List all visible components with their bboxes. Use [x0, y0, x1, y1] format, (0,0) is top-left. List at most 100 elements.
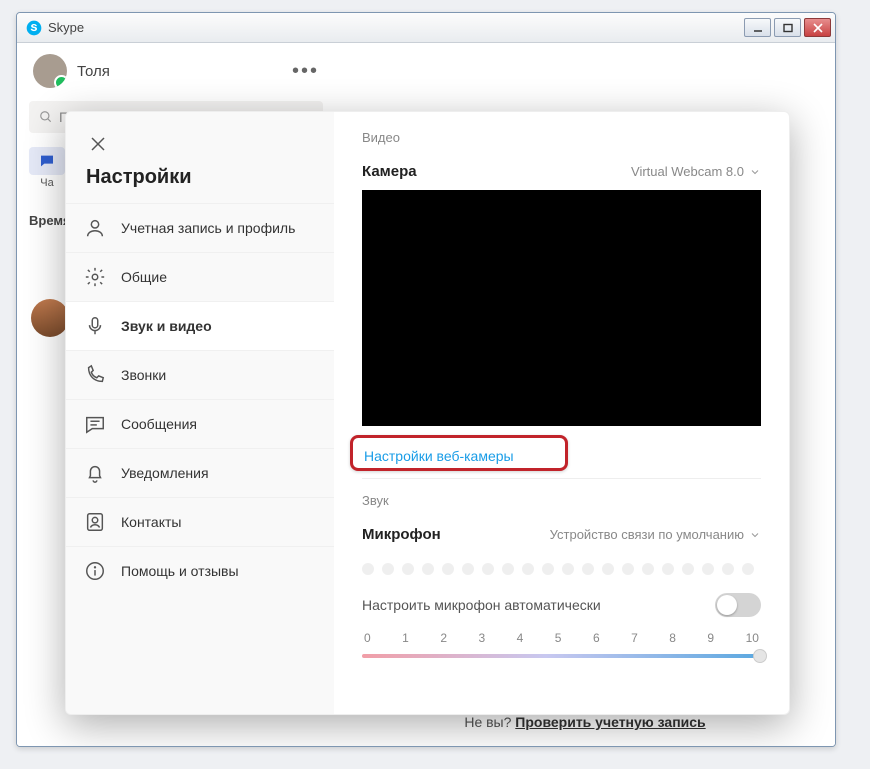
tick: 3 [478, 631, 485, 645]
tick: 1 [402, 631, 409, 645]
auto-mic-toggle[interactable] [715, 593, 761, 617]
info-icon [84, 560, 106, 582]
mic-dot [382, 563, 394, 575]
mic-dot [742, 563, 754, 575]
nav-item-contacts[interactable]: Контакты [66, 497, 334, 546]
mic-dot [522, 563, 534, 575]
nav-item-notifications[interactable]: Уведомления [66, 448, 334, 497]
mic-dot [422, 563, 434, 575]
close-settings-button[interactable] [80, 126, 116, 162]
person-icon [84, 217, 106, 239]
skype-icon [26, 20, 42, 36]
tick: 5 [555, 631, 562, 645]
gear-icon [84, 266, 106, 288]
toggle-knob [717, 595, 737, 615]
mic-dot [462, 563, 474, 575]
tick: 10 [746, 631, 759, 645]
mic-level-indicator [362, 563, 761, 575]
slider-track-wrap[interactable] [362, 649, 761, 663]
camera-value: Virtual Webcam 8.0 [631, 164, 744, 179]
more-icon[interactable]: ••• [292, 60, 319, 83]
bg-tab-label: Ча [29, 177, 65, 189]
contact-initials: GE [31, 411, 69, 449]
bell-icon [84, 462, 106, 484]
close-window-button[interactable] [804, 18, 831, 37]
mic-row: Микрофон Устройство связи по умолчанию [362, 520, 761, 553]
maximize-button[interactable] [774, 18, 801, 37]
tick: 6 [593, 631, 600, 645]
mic-dropdown[interactable]: Устройство связи по умолчанию [550, 527, 761, 542]
contacts-icon [84, 511, 106, 533]
contact-avatar [31, 299, 69, 337]
settings-title: Настройки [66, 166, 334, 203]
settings-nav: Настройки Учетная запись и профиль Общие… [66, 112, 334, 714]
tick: 7 [631, 631, 638, 645]
tick: 2 [440, 631, 447, 645]
chat-icon [84, 413, 106, 435]
mic-dot [682, 563, 694, 575]
client-area: Толя ••• П Ча Время PB [17, 43, 835, 746]
bg-bottom-text: Не вы? Проверить учетную запись [464, 714, 705, 746]
mic-dot [602, 563, 614, 575]
mic-dot [642, 563, 654, 575]
camera-dropdown[interactable]: Virtual Webcam 8.0 [631, 164, 761, 179]
nav-label: Общие [121, 269, 167, 285]
settings-modal: Настройки Учетная запись и профиль Общие… [65, 111, 790, 715]
mic-dot [482, 563, 494, 575]
mic-dot [722, 563, 734, 575]
webcam-settings-link[interactable]: Настройки веб-камеры [364, 448, 514, 464]
mic-dot [622, 563, 634, 575]
mic-dot [582, 563, 594, 575]
contact-initials: PB [31, 243, 69, 281]
nav-label: Учетная запись и профиль [121, 220, 295, 236]
mic-slider[interactable]: 0 1 2 3 4 5 6 7 8 9 10 [362, 627, 761, 663]
app-window: Skype Толя ••• П Ча [16, 12, 836, 747]
minimize-button[interactable] [744, 18, 771, 37]
section-video-label: Видео [362, 130, 761, 145]
camera-label: Камера [362, 163, 417, 180]
close-icon [89, 135, 107, 153]
mic-dot [562, 563, 574, 575]
phone-icon [84, 364, 106, 386]
nav-item-calls[interactable]: Звонки [66, 350, 334, 399]
nav-item-general[interactable]: Общие [66, 252, 334, 301]
tick: 8 [669, 631, 676, 645]
tick: 4 [517, 631, 524, 645]
contact-initials: AO [31, 355, 69, 393]
mic-value: Устройство связи по умолчанию [550, 527, 744, 542]
section-audio-label: Звук [362, 493, 761, 508]
camera-preview [362, 190, 761, 426]
titlebar[interactable]: Skype [17, 13, 835, 43]
nav-item-audio-video[interactable]: Звук и видео [66, 301, 334, 350]
tick: 0 [364, 631, 371, 645]
chevron-down-icon [749, 166, 761, 178]
mic-dot [362, 563, 374, 575]
avatar[interactable] [33, 54, 67, 88]
nav-item-messages[interactable]: Сообщения [66, 399, 334, 448]
mic-dot [702, 563, 714, 575]
slider-track [362, 654, 761, 658]
chevron-down-icon [749, 529, 761, 541]
check-account-link[interactable]: Проверить учетную запись [515, 714, 705, 730]
microphone-icon [84, 315, 106, 337]
not-you-label: Не вы? [464, 714, 511, 730]
slider-labels: 0 1 2 3 4 5 6 7 8 9 10 [362, 631, 761, 649]
auto-mic-label: Настроить микрофон автоматически [362, 597, 601, 613]
chat-icon [39, 153, 55, 169]
nav-label: Сообщения [121, 416, 197, 432]
webcam-settings-row: Настройки веб-камеры [362, 438, 761, 479]
nav-item-account[interactable]: Учетная запись и профиль [66, 203, 334, 252]
mic-dot [402, 563, 414, 575]
mic-label: Микрофон [362, 526, 441, 543]
nav-label: Помощь и отзывы [121, 563, 239, 579]
nav-label: Звонки [121, 367, 166, 383]
bg-user-name: Толя [77, 63, 292, 80]
window-title: Skype [48, 20, 741, 35]
nav-item-help[interactable]: Помощь и отзывы [66, 546, 334, 595]
search-icon [39, 110, 53, 124]
mic-dot [502, 563, 514, 575]
slider-thumb[interactable] [753, 649, 767, 663]
tick: 9 [707, 631, 714, 645]
bg-tab-chats[interactable] [29, 147, 65, 175]
nav-label: Уведомления [121, 465, 209, 481]
